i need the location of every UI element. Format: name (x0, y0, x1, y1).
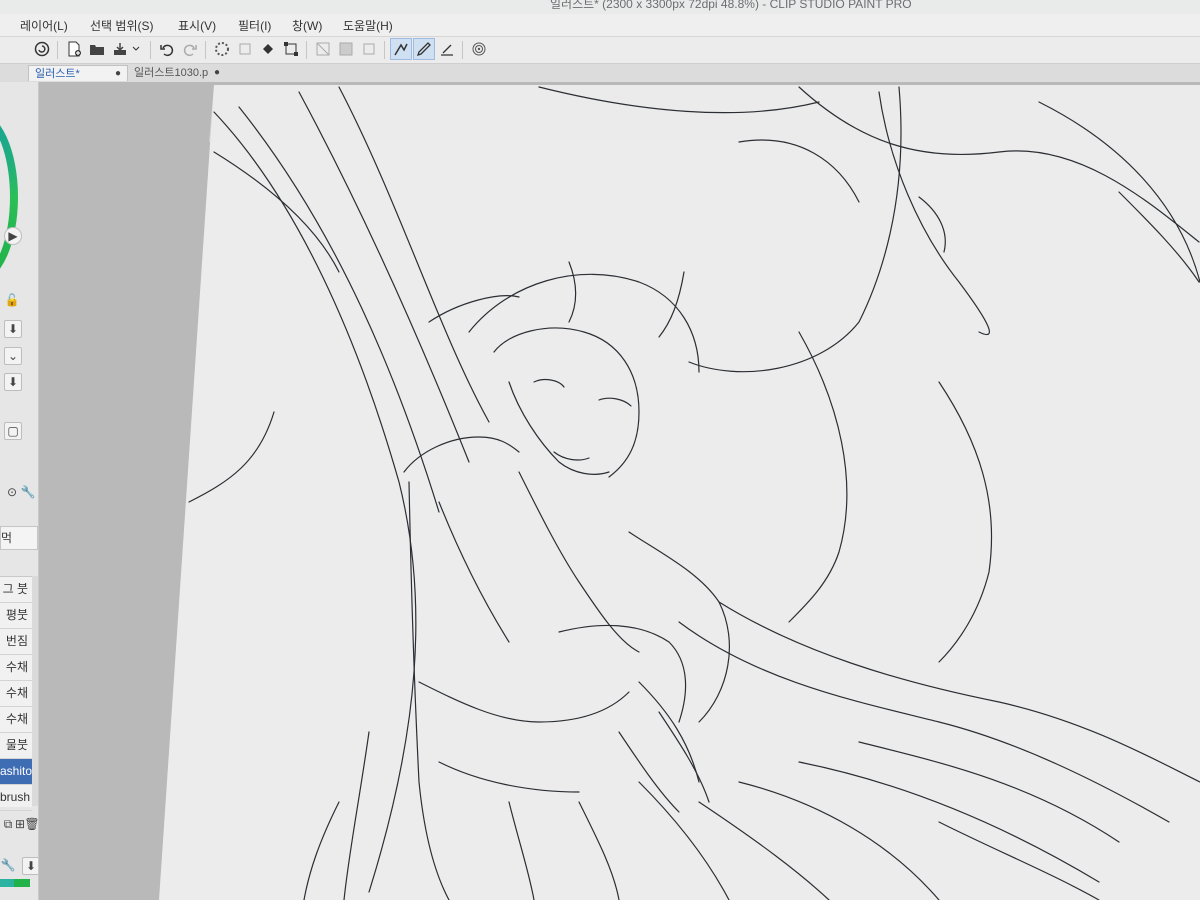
new-file-icon[interactable] (64, 39, 84, 59)
color-swatch[interactable] (0, 879, 14, 887)
pen-pressure-icon[interactable] (437, 39, 457, 59)
loading-icon[interactable] (212, 39, 232, 59)
list-item[interactable]: brush (0, 785, 32, 811)
canvas-area[interactable] (39, 82, 1200, 900)
clear-icon[interactable] (235, 39, 255, 59)
download-icon[interactable]: ⬇ (4, 373, 22, 391)
list-item[interactable]: 번짐 (0, 629, 32, 655)
download-icon[interactable]: ⬇ (22, 857, 38, 875)
menu-window[interactable]: 창(W) (292, 17, 322, 34)
download-icon[interactable]: ⬇ (4, 320, 22, 338)
ink-label[interactable]: 먹 (0, 526, 38, 550)
wrench-icon[interactable]: 🔧 (20, 484, 36, 500)
menu-filter[interactable]: 필터(I) (238, 17, 271, 34)
window-title: 일러스트* (2300 x 3300px 72dpi 48.8%) - CLIP… (550, 0, 912, 11)
checkbox-icon[interactable]: ▢ (4, 422, 22, 440)
toolbar-separator (57, 41, 58, 59)
fill-icon[interactable] (258, 39, 278, 59)
deselect-icon[interactable] (313, 39, 333, 59)
clip-studio-window: 일러스트* (2300 x 3300px 72dpi 48.8%) - CLIP… (0, 0, 1200, 900)
color-swatch[interactable] (14, 879, 30, 887)
crop-icon[interactable] (359, 39, 379, 59)
transform-icon[interactable] (281, 39, 301, 59)
chevron-down-icon[interactable]: ⌄ (4, 347, 22, 365)
scrollbar[interactable] (32, 576, 38, 806)
list-item-selected[interactable]: ashito (0, 759, 32, 785)
tab-illust[interactable]: 일러스트* ● (28, 65, 128, 81)
title-bar: 일러스트* (2300 x 3300px 72dpi 48.8%) - CLIP… (0, 0, 1200, 14)
list-item[interactable]: 수채 (0, 707, 32, 733)
redo-icon[interactable] (180, 39, 200, 59)
wrench-icon[interactable]: 🔧 (0, 857, 16, 873)
pen-icon[interactable] (413, 38, 435, 60)
tab-label: 일러스트* (35, 68, 80, 80)
list-item[interactable]: 그 붓 (0, 577, 32, 603)
canvas-paper (159, 85, 1200, 900)
list-item[interactable]: 수채 (0, 681, 32, 707)
save-icon[interactable] (110, 39, 130, 59)
menu-help[interactable]: 도움말(H) (343, 17, 393, 34)
open-folder-icon[interactable] (87, 39, 107, 59)
list-item[interactable]: 수채 (0, 655, 32, 681)
list-item[interactable]: 물붓 (0, 733, 32, 759)
clip-studio-logo-icon[interactable] (32, 39, 52, 59)
sub-tool-list: 그 붓 평붓 번짐 수채 수채 수채 물붓 ashito brush (0, 576, 32, 811)
tab-illust-1030[interactable]: 일러스트1030.p ● (128, 65, 226, 81)
close-icon[interactable]: ● (214, 65, 220, 81)
document-tabs: 일러스트* ● 일러스트1030.p ● (0, 64, 1200, 83)
tab-label: 일러스트1030.p (134, 67, 209, 79)
lock-icon[interactable]: 🔓 (4, 292, 20, 308)
invert-selection-icon[interactable] (336, 39, 356, 59)
stabilize-icon[interactable] (390, 38, 412, 60)
left-palette: ▶ 🔓 ⬇ ⌄ ⬇ ▢ ⊙ 🔧 먹 그 붓 평붓 번짐 수채 수채 수채 물붓 … (0, 82, 39, 900)
trash-icon[interactable]: 🗑 (24, 816, 38, 832)
menu-view[interactable]: 표시(V) (178, 17, 216, 34)
close-icon[interactable]: ● (115, 66, 121, 81)
color-wheel[interactable] (0, 112, 18, 282)
list-item[interactable]: 평붓 (0, 603, 32, 629)
menu-layer[interactable]: 레이어(L) (20, 17, 68, 34)
toolbar-separator (462, 41, 463, 59)
spiral-icon[interactable] (469, 39, 489, 59)
canvas-sketch[interactable] (39, 82, 1200, 900)
menu-selection[interactable]: 선택 범위(S) (90, 17, 154, 34)
toolbar-separator (306, 41, 307, 59)
toolbar-separator (384, 41, 385, 59)
chevron-down-icon[interactable] (130, 39, 142, 59)
toolbar-separator (205, 41, 206, 59)
record-icon[interactable]: ⊙ (4, 484, 20, 500)
undo-icon[interactable] (157, 39, 177, 59)
toolbar-separator (150, 41, 151, 59)
menu-bar: 레이어(L) 선택 범위(S) 표시(V) 필터(I) 창(W) 도움말(H) (0, 14, 1200, 37)
play-icon[interactable]: ▶ (4, 227, 22, 245)
command-bar (0, 37, 1200, 64)
